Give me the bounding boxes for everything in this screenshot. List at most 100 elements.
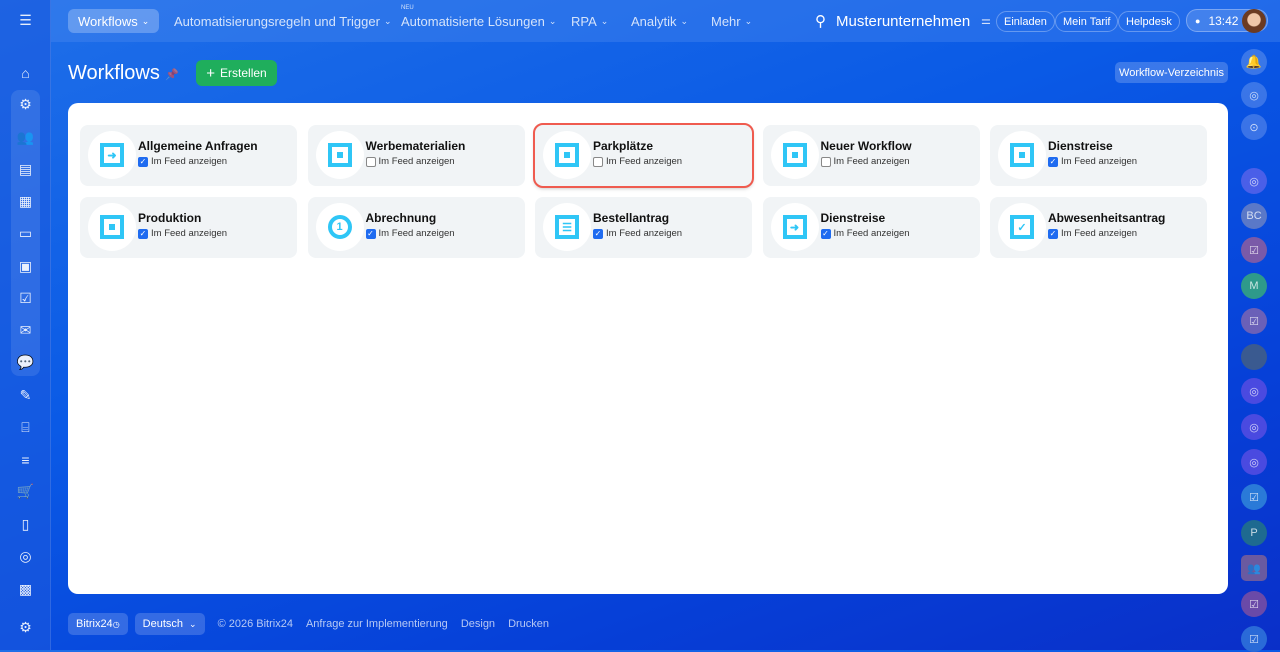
- checkbox[interactable]: ✓: [820, 228, 831, 239]
- workflow-card[interactable]: ➜ Allgemeine Anfragen ✓ Im Feed anzeigen: [80, 125, 297, 186]
- menu-icon[interactable]: ☰: [13, 8, 38, 33]
- contacts-icon[interactable]: 👥: [13, 125, 38, 150]
- chat-avatar[interactable]: P: [1241, 520, 1267, 546]
- chat-icon[interactable]: 💬: [13, 350, 38, 375]
- nav-automation-rules[interactable]: Automatisierungsregeln und Trigger ⌄: [174, 9, 392, 33]
- copyright: © 2026 Bitrix24: [217, 618, 293, 630]
- show-in-feed-checkbox[interactable]: ✓ Im Feed anzeigen: [138, 228, 227, 239]
- show-in-feed-checkbox[interactable]: ✓ Im Feed anzeigen: [1048, 156, 1137, 167]
- card-title[interactable]: Produktion: [138, 211, 201, 225]
- checkbox[interactable]: ✓: [1048, 228, 1058, 239]
- checkbox[interactable]: [593, 156, 603, 167]
- sign-icon[interactable]: ✎: [13, 383, 38, 408]
- card-title[interactable]: Neuer Workflow: [821, 139, 912, 153]
- footer-link-implementation[interactable]: Anfrage zur Implementierung: [306, 618, 448, 630]
- tasks-icon[interactable]: ☑: [13, 286, 38, 311]
- workflow-card[interactable]: ✓ Abwesenheitsantrag ✓ Im Feed anzeigen: [990, 197, 1207, 258]
- show-in-feed-checkbox[interactable]: ✓ Im Feed anzeigen: [365, 228, 455, 239]
- user-chat-avatar[interactable]: [1241, 344, 1267, 370]
- checkbox[interactable]: ✓: [365, 228, 376, 239]
- language-select[interactable]: Deutsch ⌄: [134, 613, 205, 635]
- show-in-feed-checkbox[interactable]: Im Feed anzeigen: [820, 156, 910, 167]
- nav-more[interactable]: Mehr ⌄: [711, 9, 752, 33]
- group-chat-icon[interactable]: 👥: [1241, 555, 1267, 581]
- card-title[interactable]: Bestellantrag: [593, 211, 669, 225]
- nav-automated-solutions[interactable]: Automatisierte Lösungen ⌄: [401, 9, 556, 33]
- pin-icon[interactable]: 📌: [165, 68, 179, 81]
- show-in-feed-checkbox[interactable]: Im Feed anzeigen: [365, 156, 455, 167]
- copilot-chat-icon[interactable]: ◎: [1241, 414, 1267, 440]
- chat-avatar[interactable]: M: [1241, 273, 1267, 299]
- automation-icon[interactable]: ⚙: [13, 92, 38, 117]
- bitrix24-button[interactable]: Bitrix24 ◷: [68, 613, 128, 635]
- nav-rpa[interactable]: RPA ⌄: [571, 9, 608, 33]
- checkbox[interactable]: [820, 156, 831, 167]
- copilot-icon[interactable]: ◎: [1241, 82, 1267, 108]
- search-icon[interactable]: ⚲: [815, 12, 826, 30]
- card-title[interactable]: Dienstreise: [821, 211, 886, 225]
- home-icon[interactable]: ⌂: [13, 60, 38, 85]
- show-in-feed-checkbox[interactable]: ✓ Im Feed anzeigen: [138, 156, 227, 167]
- task-chat-icon[interactable]: ☑: [1241, 308, 1267, 334]
- left-sidebar: ☰ ⌂ ⚙ 👥 ▤ ▦ ▭ ▣ ☑ ✉ 💬 ✎ ⌸ ≡ 🛒 ▯ ◎ ▩ ⚙: [0, 0, 51, 650]
- footer-link-print[interactable]: Drucken: [508, 618, 549, 630]
- task-chat-icon[interactable]: ☑: [1241, 484, 1267, 510]
- copilot-chat-icon[interactable]: ◎: [1241, 449, 1267, 475]
- workflow-card[interactable]: Produktion ✓ Im Feed anzeigen: [80, 197, 297, 258]
- filter-icon[interactable]: ≡: [13, 447, 38, 472]
- card-title[interactable]: Werbematerialien: [366, 139, 466, 153]
- store-icon[interactable]: ⌸: [13, 415, 38, 440]
- card-title[interactable]: Dienstreise: [1048, 139, 1113, 153]
- workflow-directory-button[interactable]: Workflow-Verzeichnis: [1115, 62, 1228, 83]
- feed-icon[interactable]: ▤: [13, 157, 38, 182]
- copilot-chat-icon[interactable]: ◎: [1241, 378, 1267, 404]
- user-avatar[interactable]: [1242, 9, 1266, 33]
- workflow-card[interactable]: Werbematerialien Im Feed anzeigen: [307, 125, 525, 186]
- checkbox[interactable]: ✓: [593, 228, 603, 239]
- nav-analytics[interactable]: Analytik ⌄: [631, 9, 688, 33]
- task-chat-icon[interactable]: ☑: [1241, 626, 1267, 652]
- nav-workflows[interactable]: Workflows ⌄: [68, 9, 160, 33]
- workflow-card[interactable]: Dienstreise ✓ Im Feed anzeigen: [990, 125, 1207, 186]
- card-title[interactable]: Abrechnung: [366, 211, 437, 225]
- checkbox[interactable]: ✓: [1048, 156, 1058, 167]
- show-in-feed-checkbox[interactable]: Im Feed anzeigen: [593, 156, 682, 167]
- task-chat-icon[interactable]: ☑: [1241, 237, 1267, 263]
- integration-icon[interactable]: ◎: [13, 544, 38, 569]
- terminal-icon[interactable]: ▩: [13, 577, 38, 602]
- show-in-feed-checkbox[interactable]: ✓ Im Feed anzeigen: [820, 228, 910, 239]
- workflow-card[interactable]: ☰ Bestellantrag ✓ Im Feed anzeigen: [535, 197, 752, 258]
- sliders-icon[interactable]: ⚌: [981, 14, 991, 27]
- invite-button[interactable]: Einladen: [996, 11, 1055, 32]
- create-button[interactable]: + Erstellen: [196, 60, 277, 86]
- chevron-down-icon: ⌄: [548, 15, 557, 26]
- workflow-card[interactable]: Parkplätze Im Feed anzeigen: [533, 123, 754, 188]
- drive-icon[interactable]: ▭: [13, 221, 38, 246]
- checkbox[interactable]: ✓: [138, 228, 148, 239]
- checkbox[interactable]: [365, 156, 376, 167]
- workflow-card[interactable]: 1 Abrechnung ✓ Im Feed anzeigen: [307, 197, 525, 258]
- copilot-chat-icon[interactable]: ◎: [1241, 168, 1267, 194]
- workflow-card[interactable]: ➜ Dienstreise ✓ Im Feed anzeigen: [762, 197, 980, 258]
- chat-search-icon[interactable]: ⊙: [1241, 114, 1267, 140]
- bell-icon[interactable]: 🔔: [1241, 49, 1267, 75]
- workflow-card[interactable]: Neuer Workflow Im Feed anzeigen: [762, 125, 980, 186]
- show-in-feed-checkbox[interactable]: ✓ Im Feed anzeigen: [593, 228, 682, 239]
- card-title[interactable]: Allgemeine Anfragen: [138, 139, 258, 153]
- show-in-feed-checkbox[interactable]: ✓ Im Feed anzeigen: [1048, 228, 1137, 239]
- card-title[interactable]: Abwesenheitsantrag: [1048, 211, 1165, 225]
- board-icon[interactable]: ▣: [13, 254, 38, 279]
- card-title[interactable]: Parkplätze: [593, 139, 653, 153]
- tariff-button[interactable]: Mein Tarif: [1055, 11, 1119, 32]
- settings-icon[interactable]: ⚙: [13, 615, 38, 640]
- task-chat-icon[interactable]: ☑: [1241, 591, 1267, 617]
- document-icon[interactable]: ▯: [13, 512, 38, 537]
- checkbox[interactable]: ✓: [138, 156, 148, 167]
- mail-icon[interactable]: ✉: [13, 318, 38, 343]
- chat-avatar[interactable]: BC: [1241, 203, 1267, 229]
- checkbox-label: Im Feed anzeigen: [606, 156, 683, 167]
- footer-link-design[interactable]: Design: [461, 618, 495, 630]
- helpdesk-button[interactable]: Helpdesk: [1118, 11, 1180, 32]
- calendar-icon[interactable]: ▦: [13, 189, 38, 214]
- cart-icon[interactable]: 🛒: [13, 479, 38, 504]
